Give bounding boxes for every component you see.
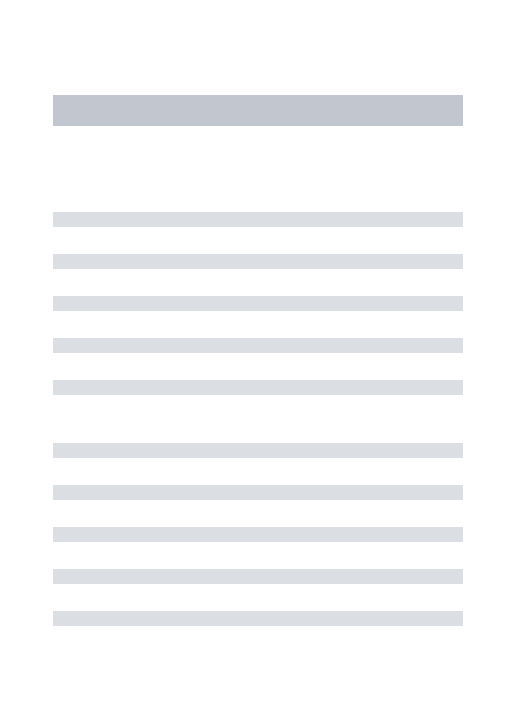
text-line-placeholder — [53, 380, 463, 395]
document-page — [0, 0, 516, 626]
text-line-placeholder — [53, 569, 463, 584]
text-line-placeholder — [53, 443, 463, 458]
paragraph-placeholder-2 — [53, 443, 463, 626]
title-placeholder — [53, 95, 463, 126]
text-line-placeholder — [53, 485, 463, 500]
text-line-placeholder — [53, 611, 463, 626]
text-line-placeholder — [53, 212, 463, 227]
text-line-placeholder — [53, 527, 463, 542]
paragraph-placeholder-1 — [53, 212, 463, 395]
text-line-placeholder — [53, 338, 463, 353]
text-line-placeholder — [53, 254, 463, 269]
text-line-placeholder — [53, 296, 463, 311]
